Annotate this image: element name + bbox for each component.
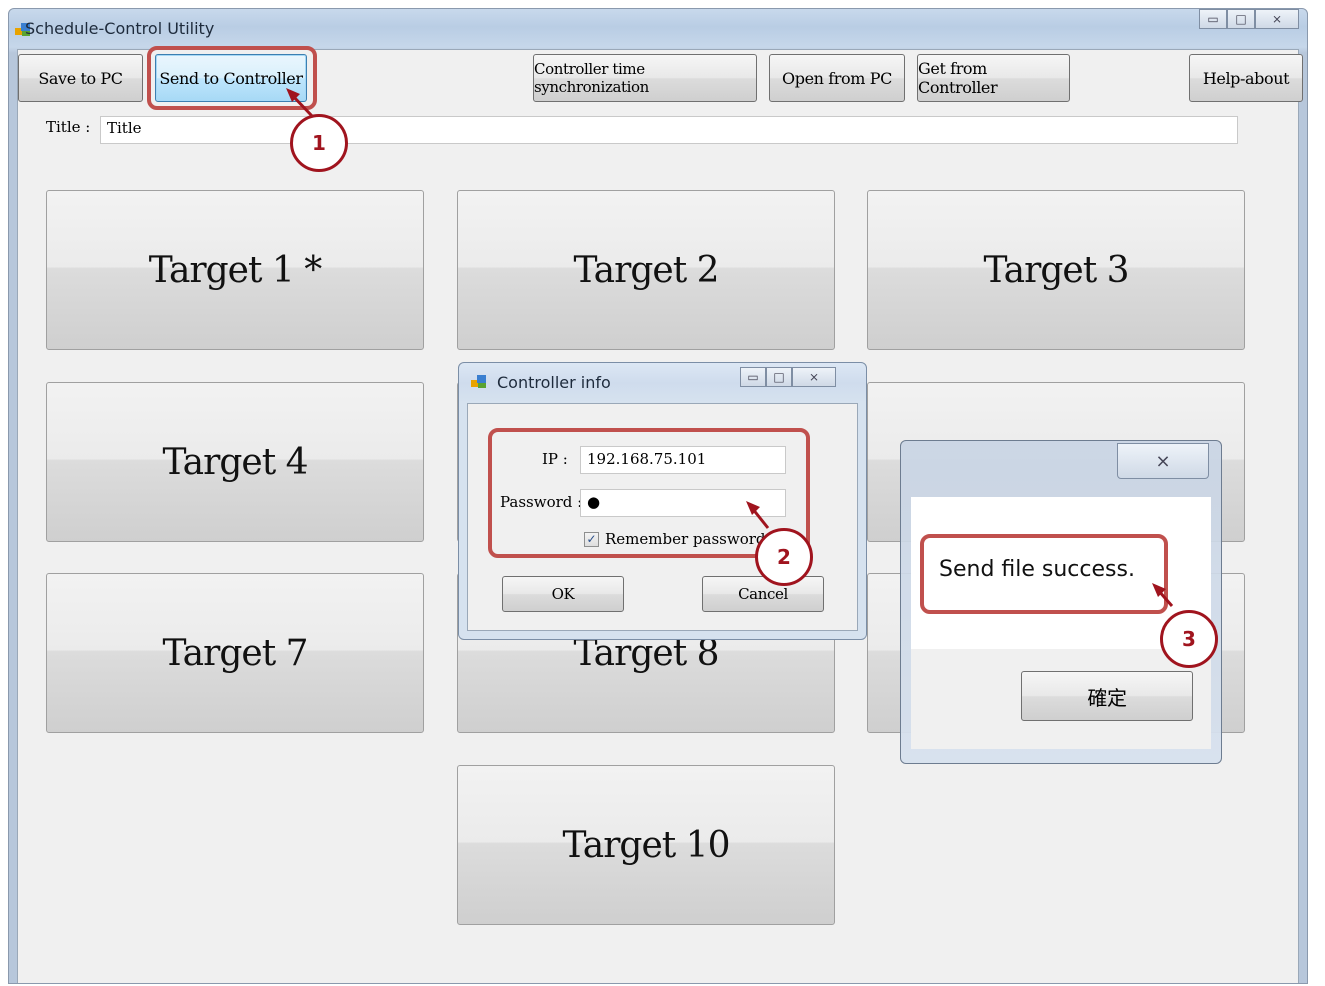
target-4-button[interactable]: Target 4 [46,382,424,542]
get-from-controller-button[interactable]: Get from Controller [917,54,1070,102]
confirm-button[interactable]: 確定 [1021,671,1193,721]
title-label: Title : [46,118,91,136]
target-10-button[interactable]: Target 10 [457,765,835,925]
dialog-minimize-icon[interactable]: ▭ [740,367,766,387]
callout-2: 2 [755,528,813,586]
caption-buttons: ▭ □ ⨯ [1199,9,1299,29]
minimize-icon[interactable]: ▭ [1199,9,1227,29]
message-close-icon[interactable]: ⨯ [1117,443,1209,479]
help-about-button[interactable]: Help-about [1189,54,1303,102]
dialog-app-icon [471,375,487,389]
save-to-pc-button[interactable]: Save to PC [18,54,143,102]
target-2-button[interactable]: Target 2 [457,190,835,350]
highlight-send-to-controller [147,46,317,110]
time-sync-button[interactable]: Controller time synchronization [533,54,757,102]
ok-button[interactable]: OK [502,576,624,612]
dialog-title: Controller info [497,373,611,392]
cancel-button[interactable]: Cancel [702,576,824,612]
window-title: Schedule-Control Utility [25,19,215,38]
target-3-button[interactable]: Target 3 [867,190,1245,350]
callout-3: 3 [1160,610,1218,668]
dialog-caption-buttons: ▭ □ ⨯ [740,367,836,387]
title-input[interactable]: Title [100,116,1238,144]
close-icon[interactable]: ⨯ [1255,9,1299,29]
target-7-button[interactable]: Target 7 [46,573,424,733]
open-from-pc-button[interactable]: Open from PC [769,54,905,102]
maximize-icon[interactable]: □ [1227,9,1255,29]
dialog-maximize-icon[interactable]: □ [766,367,792,387]
dialog-close-icon[interactable]: ⨯ [792,367,836,387]
callout-1: 1 [290,114,348,172]
highlight-success-message [920,534,1168,614]
target-1-button[interactable]: Target 1 * [46,190,424,350]
